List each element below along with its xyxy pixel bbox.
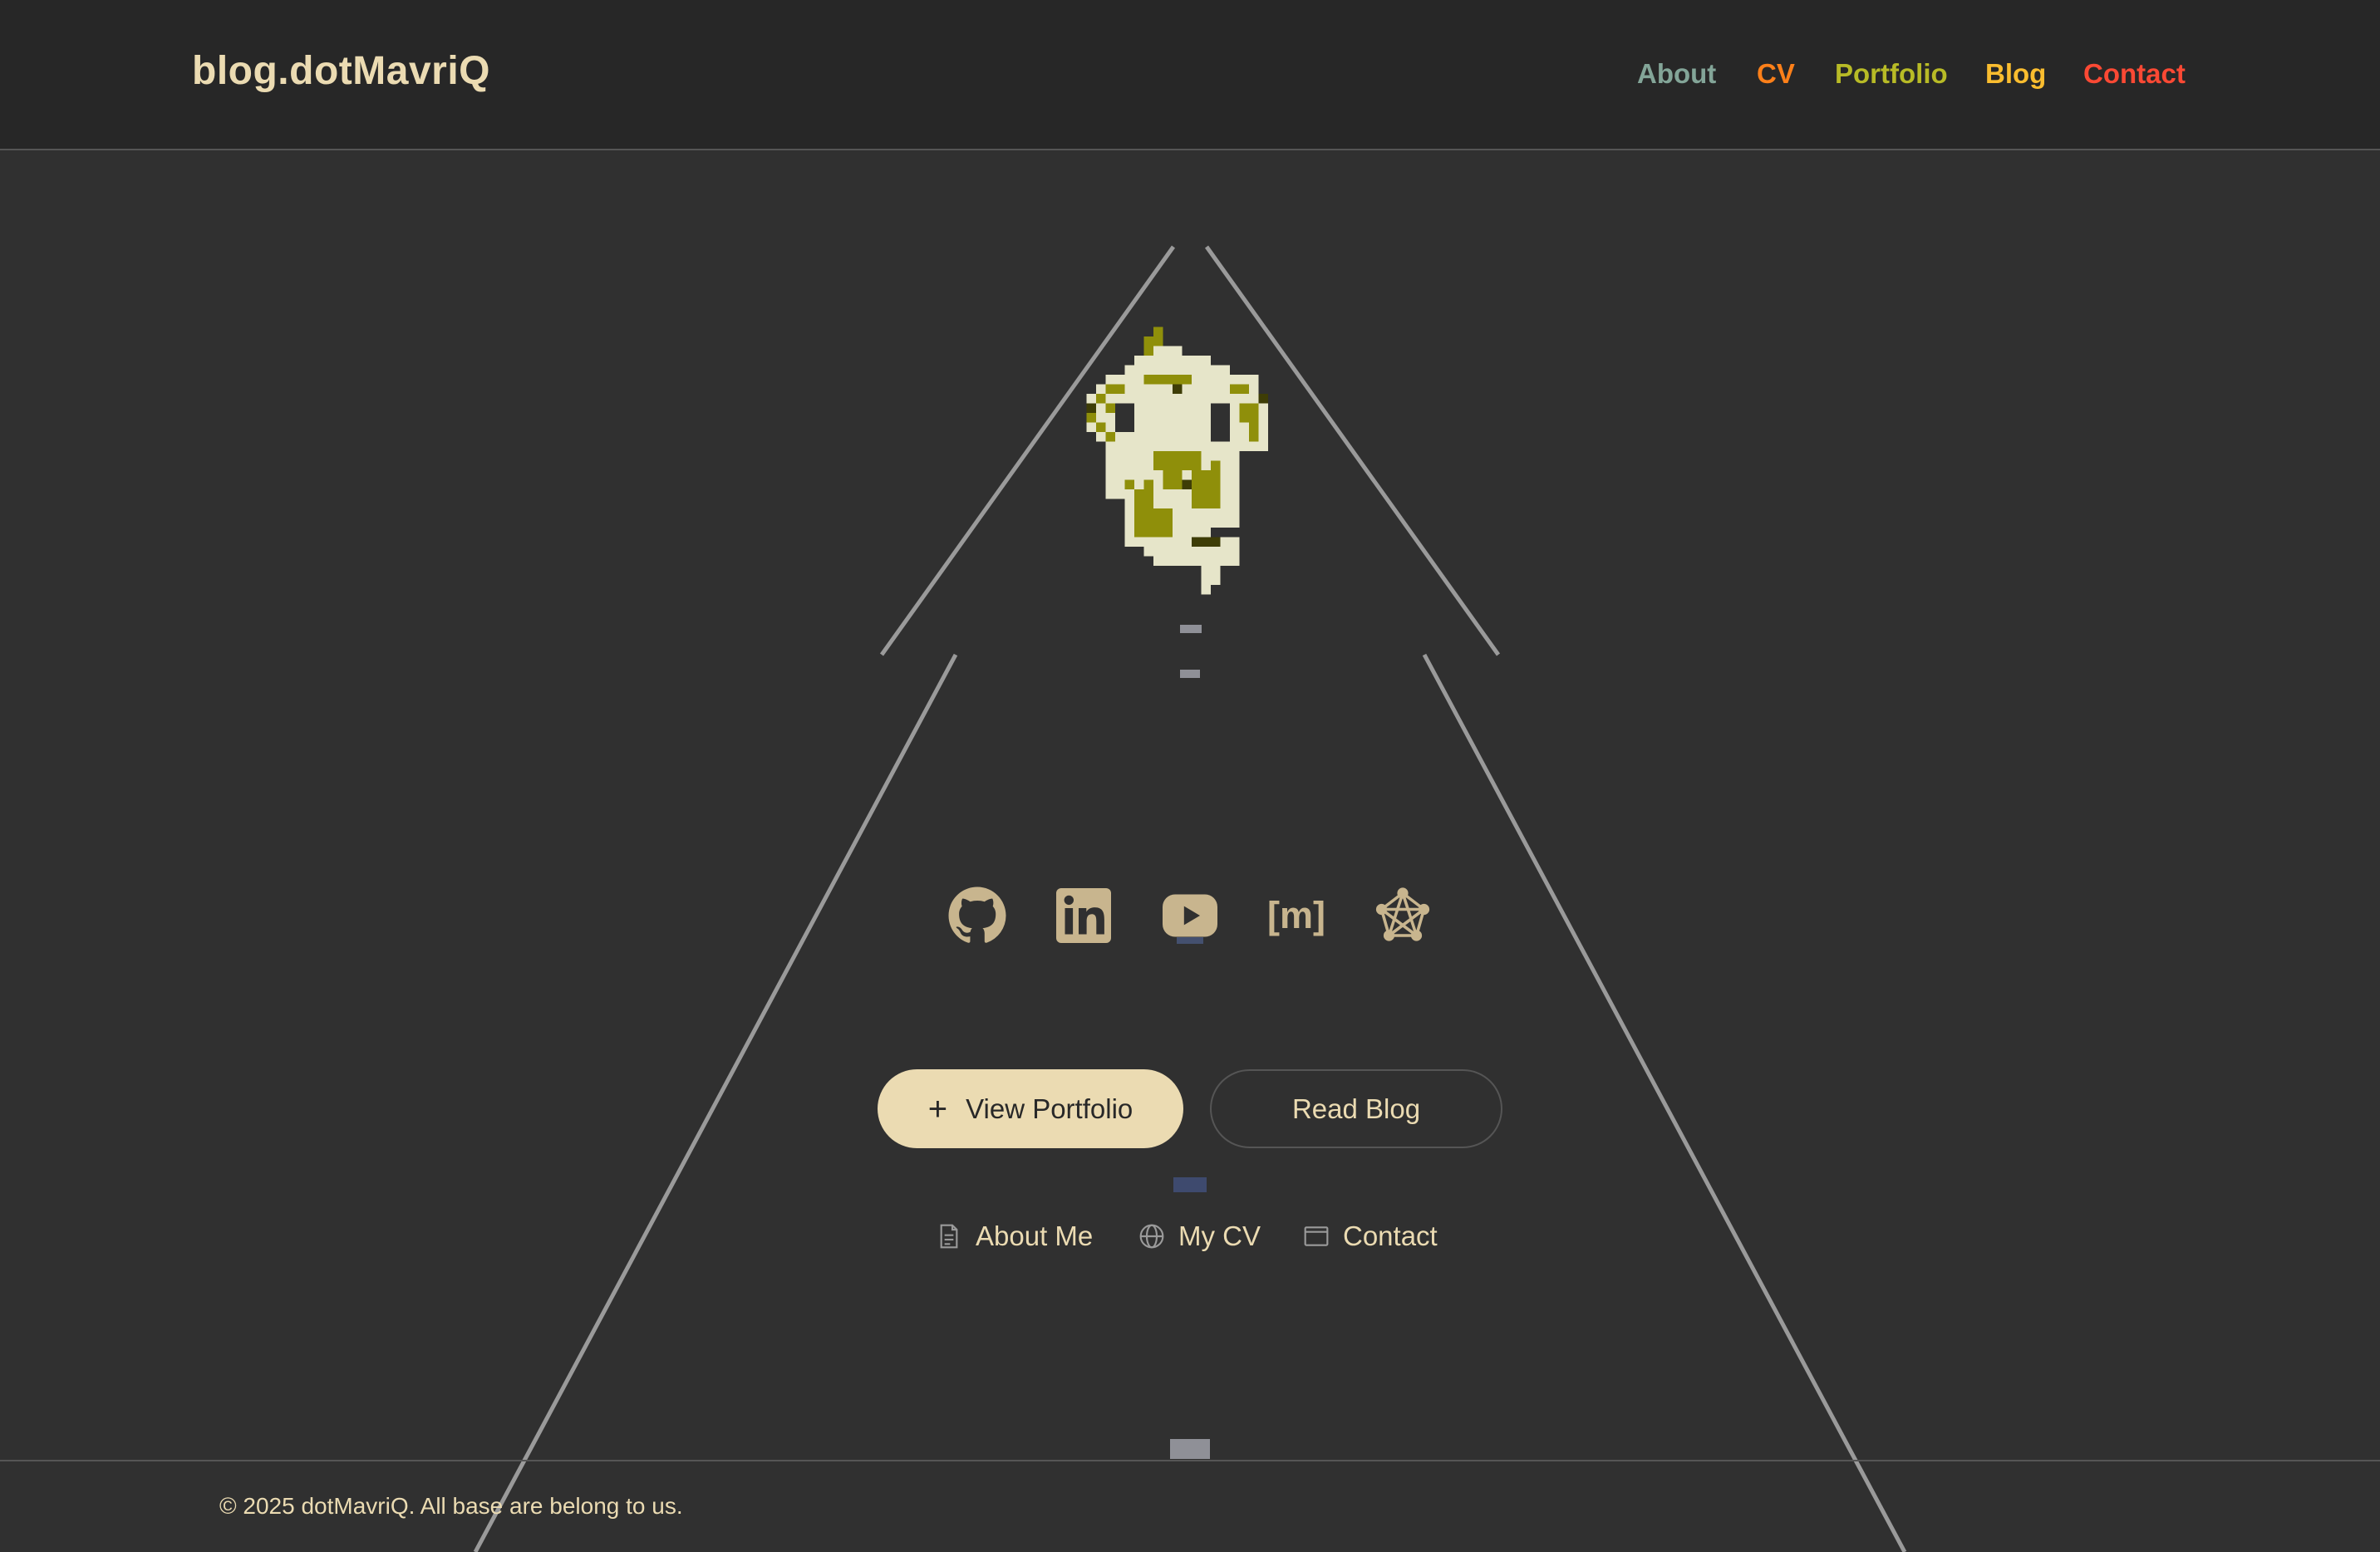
site-brand[interactable]: blog.dotMavriQ xyxy=(192,48,490,94)
nav-link-contact[interactable]: Contact xyxy=(2083,58,2186,90)
linkedin-icon xyxy=(1056,888,1111,943)
about-me-label: About Me xyxy=(976,1220,1094,1251)
github-icon xyxy=(948,887,1006,943)
my-cv-link[interactable]: My CV xyxy=(1138,1218,1261,1255)
matrix-link[interactable]: [m] xyxy=(1266,886,1326,945)
pixel-mascot-logo xyxy=(1086,327,1268,595)
my-cv-label: My CV xyxy=(1178,1220,1261,1251)
document-icon xyxy=(940,1224,958,1249)
footer-divider xyxy=(0,1460,2380,1461)
nav-link-about[interactable]: About xyxy=(1637,58,1716,90)
nav-link-blog[interactable]: Blog xyxy=(1985,58,2046,90)
top-navigation-bar: blog.dotMavriQ About CV Portfolio Blog C… xyxy=(0,0,2380,150)
plus-icon: + xyxy=(927,1090,948,1127)
linkedin-link[interactable] xyxy=(1054,886,1114,945)
svg-text:[m]: [m] xyxy=(1267,894,1325,936)
view-portfolio-label: View Portfolio xyxy=(966,1093,1133,1124)
nav-link-portfolio[interactable]: Portfolio xyxy=(1835,58,1948,90)
contact-link[interactable]: Contact xyxy=(1303,1218,1438,1255)
about-me-link[interactable]: About Me xyxy=(936,1218,1093,1255)
github-link[interactable] xyxy=(947,886,1007,945)
youtube-icon xyxy=(1163,894,1217,937)
youtube-link[interactable] xyxy=(1160,886,1220,945)
read-blog-button[interactable]: Read Blog xyxy=(1210,1069,1502,1148)
globe-icon xyxy=(1139,1224,1164,1249)
fediverse-icon xyxy=(1375,887,1430,941)
decorative-road-lines xyxy=(473,245,1907,1552)
fediverse-link[interactable] xyxy=(1373,886,1433,945)
read-blog-label: Read Blog xyxy=(1291,1093,1421,1124)
footer-copyright: © 2025 dotMavriQ. All base are belong to… xyxy=(219,1493,683,1519)
view-portfolio-button[interactable]: + View Portfolio xyxy=(878,1069,1183,1148)
window-icon xyxy=(1304,1226,1329,1246)
nav-link-cv[interactable]: CV xyxy=(1757,58,1795,90)
contact-label: Contact xyxy=(1343,1220,1438,1251)
matrix-icon: [m] xyxy=(1267,894,1325,936)
